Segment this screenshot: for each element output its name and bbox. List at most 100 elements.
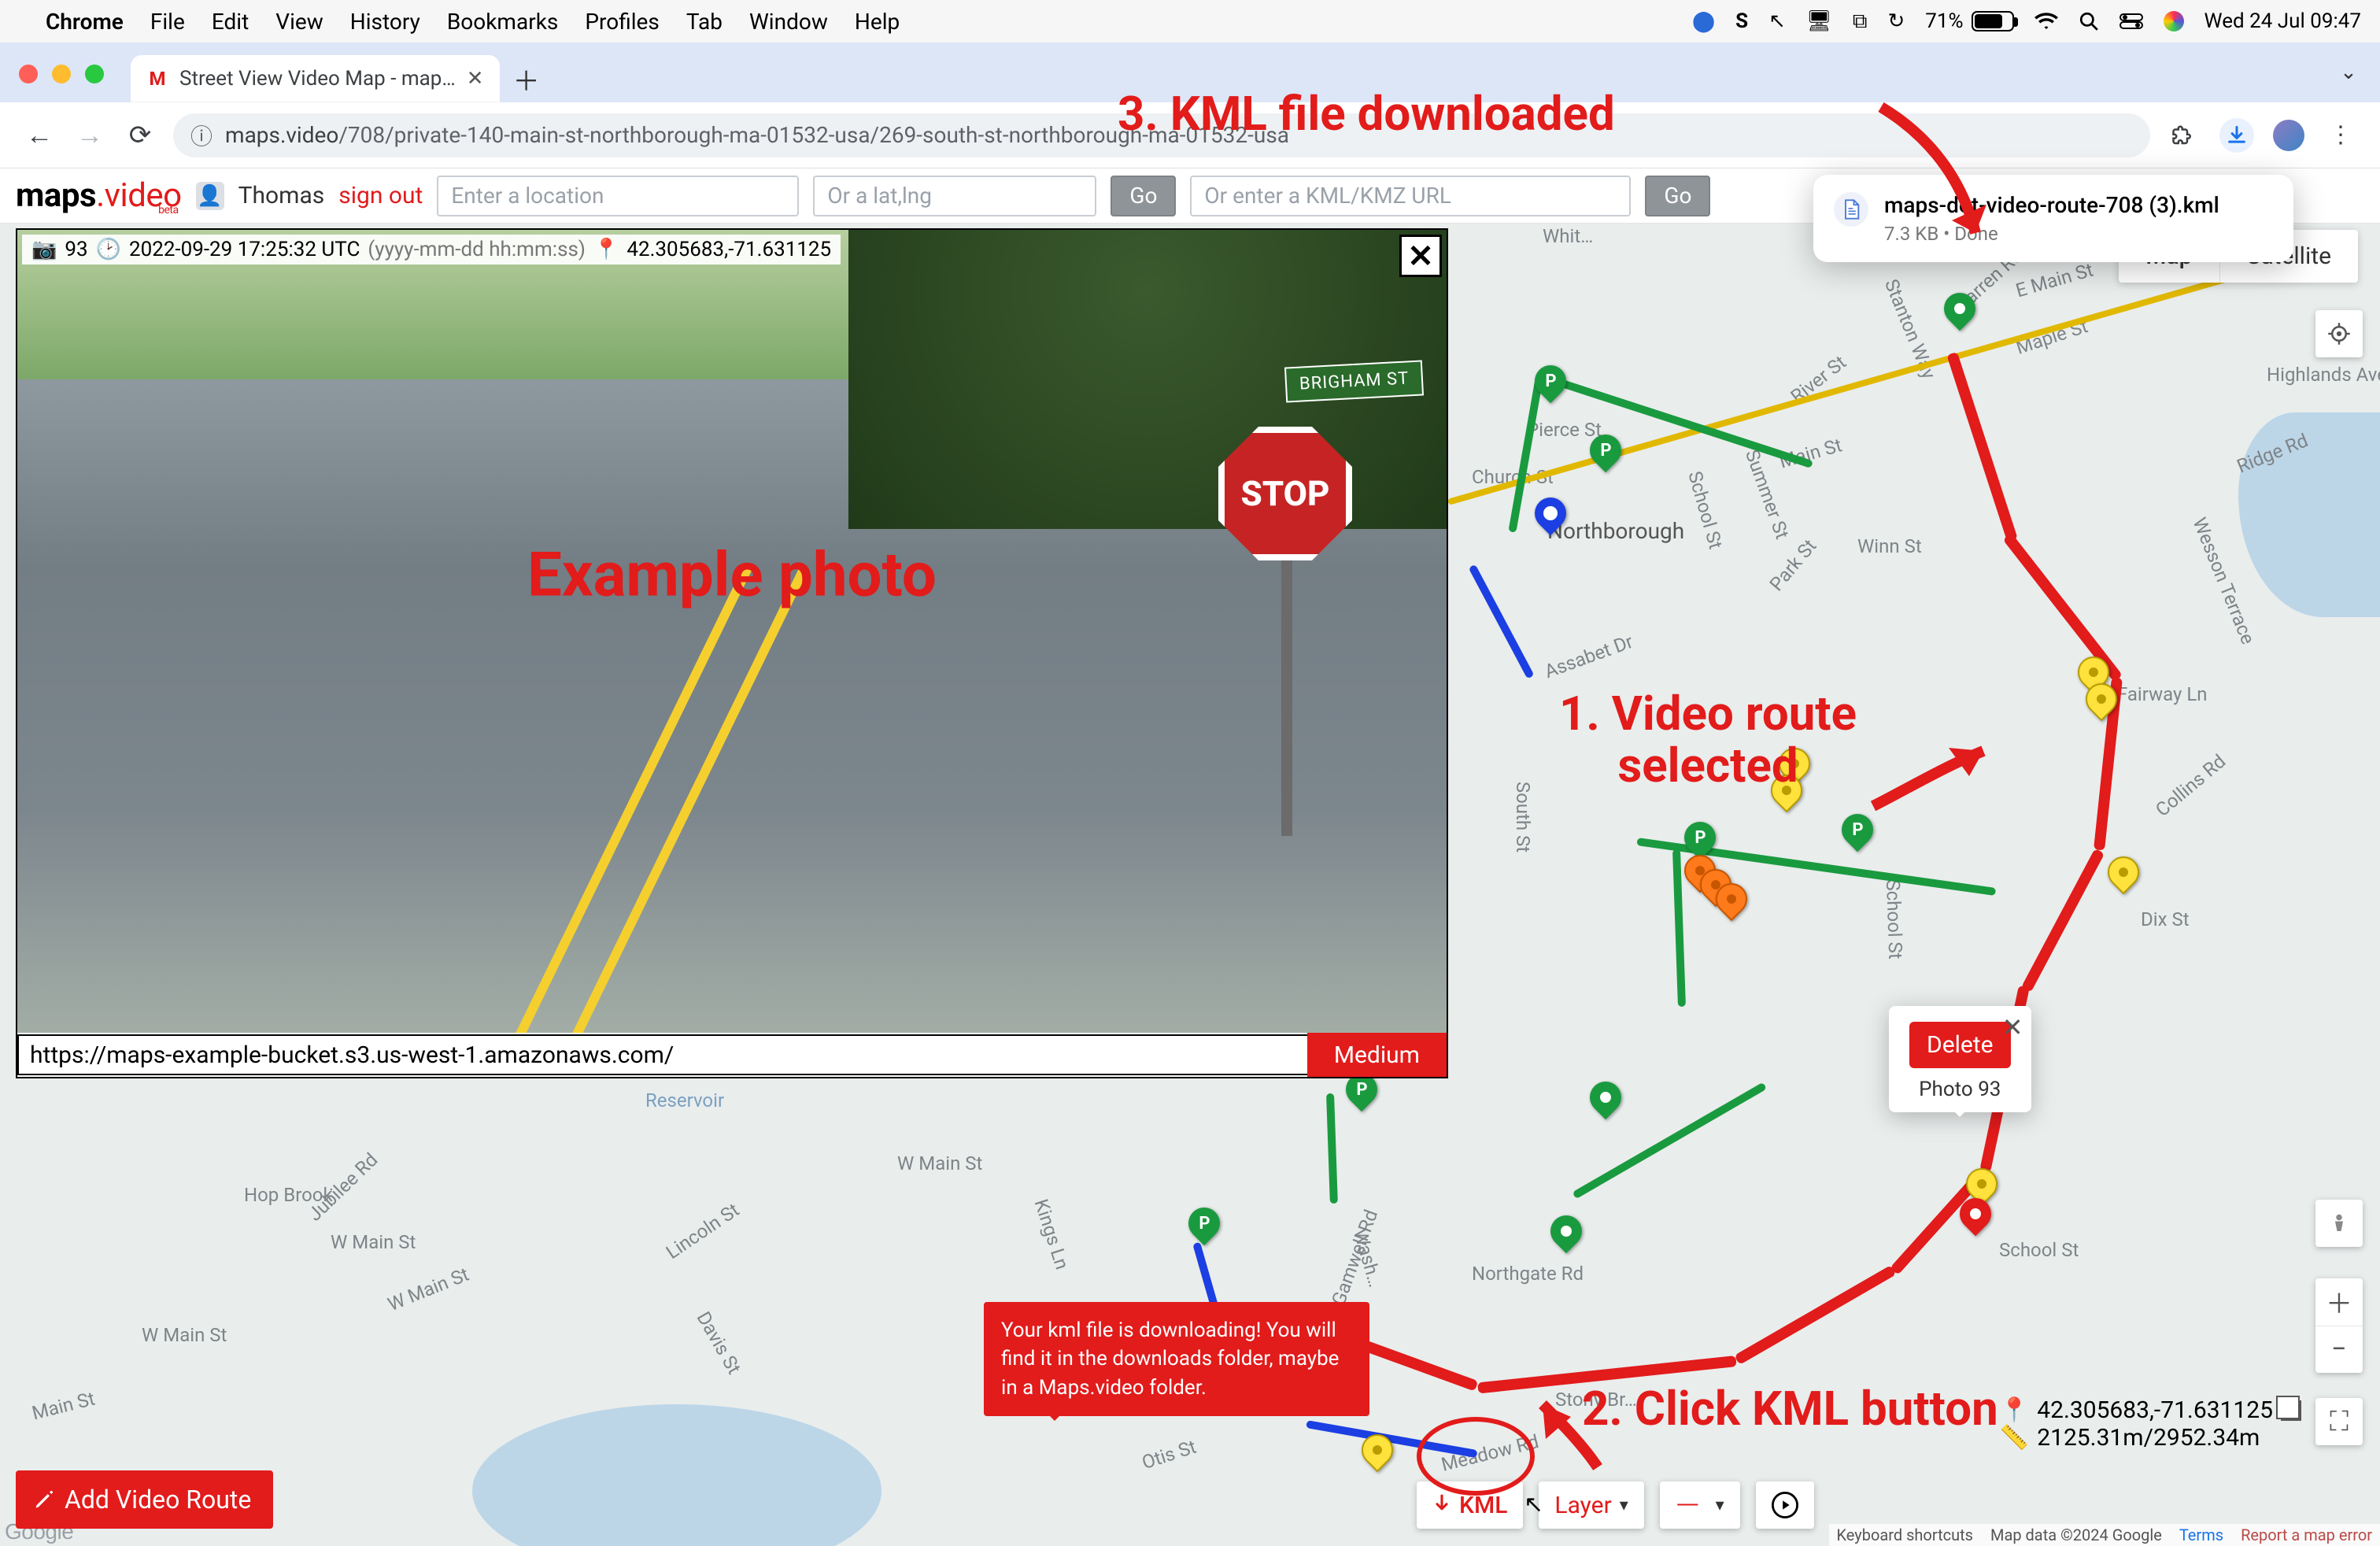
location-input[interactable] [437, 176, 799, 216]
menubar-item-edit[interactable]: Edit [212, 9, 249, 35]
green-waypoint-pin[interactable] [1584, 1075, 1628, 1120]
close-tab-icon[interactable]: ✕ [467, 67, 484, 91]
menubar-item-tab[interactable]: Tab [686, 9, 722, 35]
photo-frame-number: 93 [65, 238, 87, 261]
menubar-item-file[interactable]: File [150, 9, 185, 35]
control-center-icon[interactable] [2119, 12, 2143, 31]
selected-route[interactable] [1734, 1265, 1896, 1365]
play-button[interactable] [1756, 1481, 1814, 1529]
extensions-icon[interactable] [2166, 118, 2201, 153]
browser-tab[interactable]: M Street View Video Map - map… ✕ [131, 55, 500, 102]
road-label: Kings Ln [1030, 1196, 1074, 1272]
latlng-input[interactable] [813, 176, 1096, 216]
layer-dropdown[interactable]: Layer ▾ [1539, 1481, 1643, 1529]
green-waypoint-pin[interactable] [1544, 1209, 1589, 1254]
close-icon[interactable]: ✕ [2002, 1012, 2023, 1042]
menubar-app[interactable]: Chrome [46, 9, 124, 35]
add-video-route-button[interactable]: Add Video Route [16, 1470, 273, 1529]
close-photo-button[interactable]: ✕ [1399, 235, 1442, 277]
keyboard-shortcuts-link[interactable]: Keyboard shortcuts [1837, 1526, 1974, 1544]
copy-icon[interactable] [2281, 1400, 2301, 1421]
parking-pin[interactable]: P [1182, 1201, 1227, 1246]
pegman-icon[interactable] [2315, 1200, 2363, 1247]
map-infowindow: ✕ Delete Photo 93 [1889, 1006, 2031, 1112]
battery-percent: 71% [1925, 9, 1963, 33]
my-location-button[interactable] [2315, 310, 2363, 357]
road-label: Fairway Ln [2117, 683, 2208, 705]
search-icon[interactable] [2079, 11, 2099, 31]
go-button[interactable]: Go [1111, 176, 1176, 216]
cursor-icon[interactable]: ↖ [1768, 9, 1786, 33]
yellow-photo-pin[interactable] [2101, 850, 2146, 895]
control-center-icon[interactable]: ⧉ [1853, 9, 1868, 34]
menubar-item-view[interactable]: View [275, 9, 323, 35]
user-avatar-icon[interactable]: 👤 [196, 182, 224, 210]
road-label: School St [1882, 879, 1907, 960]
photo-size-toggle[interactable]: Medium [1307, 1033, 1447, 1077]
road-label: Assabet Dr [1542, 631, 1636, 682]
site-logo[interactable]: maps.video beta [16, 176, 182, 215]
blue-route[interactable] [1469, 564, 1535, 679]
clock-history-icon[interactable]: ↻ [1887, 9, 1905, 33]
menu-extra-icon[interactable]: S [1735, 9, 1748, 33]
annotation-text: 2. Click KML button [1582, 1381, 1998, 1437]
download-file-icon [1834, 192, 1868, 227]
camera-icon: 📷 [31, 238, 57, 261]
zoom-in-button[interactable]: ＋ [2315, 1278, 2363, 1326]
wifi-icon[interactable] [2034, 12, 2058, 31]
water-shape [2238, 412, 2380, 617]
new-tab-button[interactable]: ＋ [509, 61, 544, 96]
chrome-menu-icon[interactable]: ⋮ [2323, 118, 2358, 153]
road-label: Highlands Ave [2267, 364, 2380, 386]
selected-route[interactable] [2021, 849, 2105, 993]
selected-route[interactable] [2002, 533, 2123, 682]
road-label: Collins Rd [2151, 750, 2230, 821]
green-route[interactable] [1326, 1093, 1338, 1204]
menubar-item-profiles[interactable]: Profiles [585, 9, 659, 35]
battery-icon[interactable] [1972, 11, 2014, 31]
reload-button[interactable]: ⟳ [123, 118, 157, 153]
photo-image[interactable]: STOP BRIGHAM ST Example photo [17, 230, 1447, 1033]
add-video-route-label: Add Video Route [65, 1485, 251, 1515]
delete-button[interactable]: Delete [1909, 1022, 2011, 1068]
window-traffic-lights[interactable] [19, 65, 104, 83]
terms-link[interactable]: Terms [2179, 1526, 2223, 1544]
go-kml-button[interactable]: Go [1645, 176, 1710, 216]
menubar-item-window[interactable]: Window [749, 9, 828, 35]
display-icon[interactable]: 🖥 [1806, 9, 1832, 33]
example-photo-label: Example photo [527, 539, 937, 611]
signout-link[interactable]: sign out [338, 182, 423, 209]
fullscreen-window-button[interactable] [85, 65, 104, 83]
photo-metadata-bar: 📷 93 🕑 2022-09-29 17:25:32 UTC (yyyy-mm-… [22, 235, 841, 264]
menubar-item-history[interactable]: History [350, 9, 420, 35]
photo-source-url[interactable]: https://maps-example-bucket.s3.us-west-1… [17, 1034, 1307, 1075]
road-label: Reservoir [645, 1089, 724, 1111]
forward-button[interactable]: → [72, 118, 107, 153]
selected-route[interactable] [1946, 352, 2018, 542]
profile-avatar[interactable] [2273, 120, 2304, 151]
menubar-item-help[interactable]: Help [855, 9, 900, 35]
kml-url-input[interactable] [1190, 176, 1631, 216]
downloads-icon[interactable] [2219, 118, 2254, 153]
menubar-item-bookmarks[interactable]: Bookmarks [447, 9, 559, 35]
menu-extra-icon[interactable]: ⬤ [1692, 9, 1715, 33]
close-window-button[interactable] [19, 65, 38, 83]
menubar-datetime[interactable]: Wed 24 Jul 09:47 [2204, 9, 2361, 33]
fullscreen-button[interactable]: ⛶ [2315, 1398, 2363, 1445]
road-label: W Main St [331, 1231, 416, 1253]
siri-icon[interactable] [2164, 11, 2184, 31]
chevron-down-icon: ▾ [1620, 1496, 1628, 1515]
back-button[interactable]: ← [22, 118, 57, 153]
report-map-error-link[interactable]: Report a map error [2241, 1526, 2372, 1544]
tablist-chevron-icon[interactable]: ⌄ [2331, 55, 2366, 90]
road-label: W Main St [385, 1263, 472, 1316]
remove-button[interactable]: —▾ [1660, 1481, 1740, 1529]
site-info-icon[interactable]: ⓘ [190, 120, 213, 151]
minimize-window-button[interactable] [52, 65, 71, 83]
map-attribution: Keyboard shortcuts Map data ©2024 Google… [1829, 1524, 2380, 1546]
pin-icon: 📍 [593, 238, 619, 261]
zoom-out-button[interactable]: − [2315, 1326, 2363, 1374]
road-label: South St [1512, 782, 1534, 853]
coords-latlng: 42.305683,-71.631125 [2037, 1396, 2273, 1424]
pencil-icon [33, 1489, 55, 1511]
